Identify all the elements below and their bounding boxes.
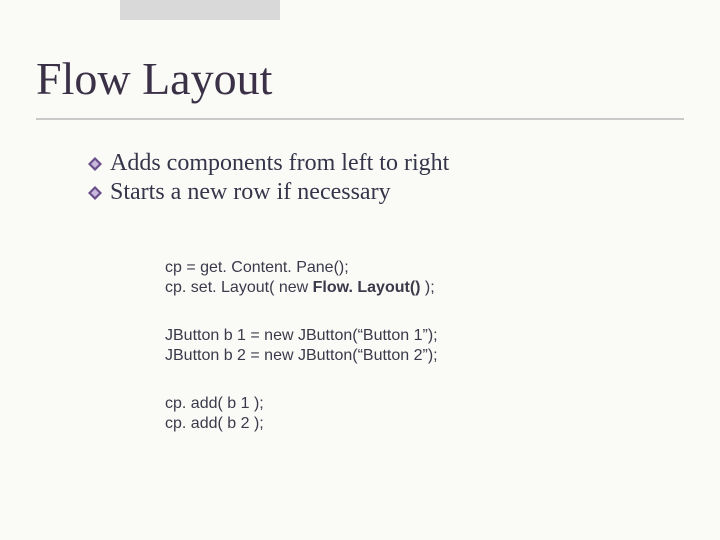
bullet-list: Adds components from left to right Start… [88, 150, 668, 208]
slide: Flow Layout Adds components from left to… [0, 0, 720, 540]
code-line: cp. add( b 1 ); [165, 394, 665, 414]
code-text: cp. set. Layout( new [165, 279, 313, 296]
code-line: cp. add( b 2 ); [165, 414, 665, 434]
code-line: JButton b 1 = new JButton(“Button 1”); [165, 326, 665, 346]
diamond-bullet-icon [88, 186, 102, 200]
code-line: cp. set. Layout( new Flow. Layout() ); [165, 278, 665, 298]
code-block-1: cp = get. Content. Pane(); cp. set. Layo… [165, 258, 665, 298]
bullet-item: Adds components from left to right [88, 150, 668, 177]
code-line: JButton b 2 = new JButton(“Button 2”); [165, 346, 665, 366]
code-text: ); [420, 279, 434, 296]
diamond-bullet-icon [88, 157, 102, 171]
code-line: cp = get. Content. Pane(); [165, 258, 665, 278]
title-underline [36, 118, 684, 120]
decorative-top-bar [120, 0, 280, 20]
code-block-3: cp. add( b 1 ); cp. add( b 2 ); [165, 394, 665, 434]
bullet-item: Starts a new row if necessary [88, 179, 668, 206]
bullet-text: Starts a new row if necessary [110, 179, 391, 206]
bullet-text: Adds components from left to right [110, 150, 449, 177]
code-text-bold: Flow. Layout() [313, 279, 421, 296]
slide-title: Flow Layout [36, 52, 272, 105]
code-block-2: JButton b 1 = new JButton(“Button 1”); J… [165, 326, 665, 366]
